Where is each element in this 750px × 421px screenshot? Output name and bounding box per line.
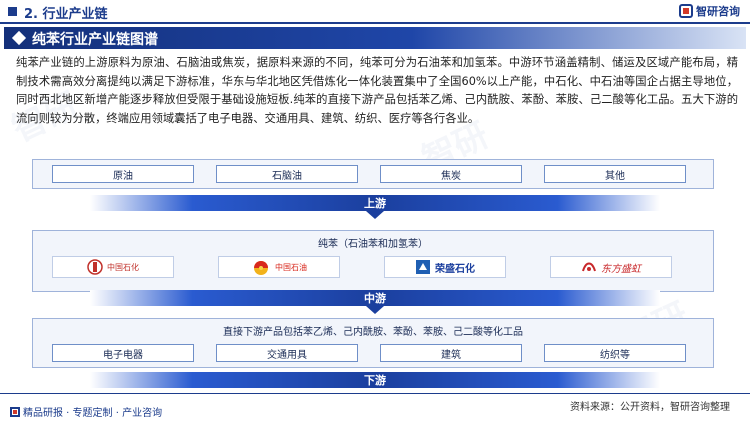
downstream-item: 电子电器 <box>52 344 194 362</box>
company-name: 中国石油 <box>275 262 307 272</box>
company-name: 东方盛虹 <box>601 263 641 275</box>
page-banner: 纯苯行业产业链图谱 <box>4 27 746 49</box>
upstream-band: 上游 <box>90 195 660 219</box>
upstream-items: 原油 石脑油 焦炭 其他 <box>52 165 686 183</box>
company-name: 荣盛石化 <box>435 263 475 275</box>
downstream-item: 建筑 <box>380 344 522 362</box>
rongsheng-logo-icon <box>416 260 430 274</box>
downstream-items: 电子电器 交通用具 建筑 纺织等 <box>52 344 686 362</box>
company-name: 中国石化 <box>107 262 139 272</box>
company-logo-dongfang-shenghong: 东方盛虹 <box>550 256 672 278</box>
downstream-band-label: 下游 <box>364 374 386 387</box>
upstream-item: 石脑油 <box>216 165 358 183</box>
company-logo-sinopec: 中国石化 <box>52 256 174 278</box>
footer-divider <box>0 393 750 394</box>
midstream-band: 中游 <box>90 290 660 314</box>
company-logo-petrochina: 中国石油 <box>218 256 340 278</box>
source-note: 资料来源：公开资料，智研咨询整理 <box>570 402 730 413</box>
footer-logo-icon <box>10 406 20 417</box>
downstream-band: 下游 <box>90 372 660 388</box>
downstream-item: 交通用具 <box>216 344 358 362</box>
sinopec-logo-icon <box>87 259 103 275</box>
brand-name: 智研咨询 <box>696 5 740 18</box>
down-arrow-icon <box>366 306 384 314</box>
section-marker-icon <box>8 7 17 16</box>
petrochina-logo-icon <box>254 261 268 275</box>
top-header: 2. 行业产业链 智研咨询 <box>0 0 750 24</box>
upstream-item: 焦炭 <box>380 165 522 183</box>
header-divider <box>0 22 750 24</box>
brand-logo-icon <box>679 4 693 18</box>
footer-tagline-text: 精品研报 · 专题定制 · 产业咨询 <box>23 408 163 419</box>
footer-tagline: 精品研报 · 专题定制 · 产业咨询 <box>10 404 162 419</box>
company-logo-rongsheng: 荣盛石化 <box>384 256 506 278</box>
intro-paragraph: 纯苯产业链的上游原料为原油、石脑油或焦炭，据原料来源的不同，纯苯可分为石油苯和加… <box>16 56 738 125</box>
upstream-band-label: 上游 <box>364 197 386 210</box>
page-title: 纯苯行业产业链图谱 <box>32 32 158 48</box>
downstream-item: 纺织等 <box>544 344 686 362</box>
upstream-item: 其他 <box>544 165 686 183</box>
section-title: 2. 行业产业链 <box>24 7 108 22</box>
shenghong-logo-icon <box>582 262 596 272</box>
midstream-subtitle: 纯苯（石油苯和加氢苯） <box>318 239 428 250</box>
down-arrow-icon <box>366 211 384 219</box>
brand[interactable]: 智研咨询 <box>679 3 740 19</box>
downstream-subtitle: 直接下游产品包括苯乙烯、己内酰胺、苯酚、苯胺、己二酸等化工品 <box>223 327 523 338</box>
midstream-band-label: 中游 <box>364 292 386 305</box>
diamond-icon <box>11 30 27 46</box>
upstream-item: 原油 <box>52 165 194 183</box>
